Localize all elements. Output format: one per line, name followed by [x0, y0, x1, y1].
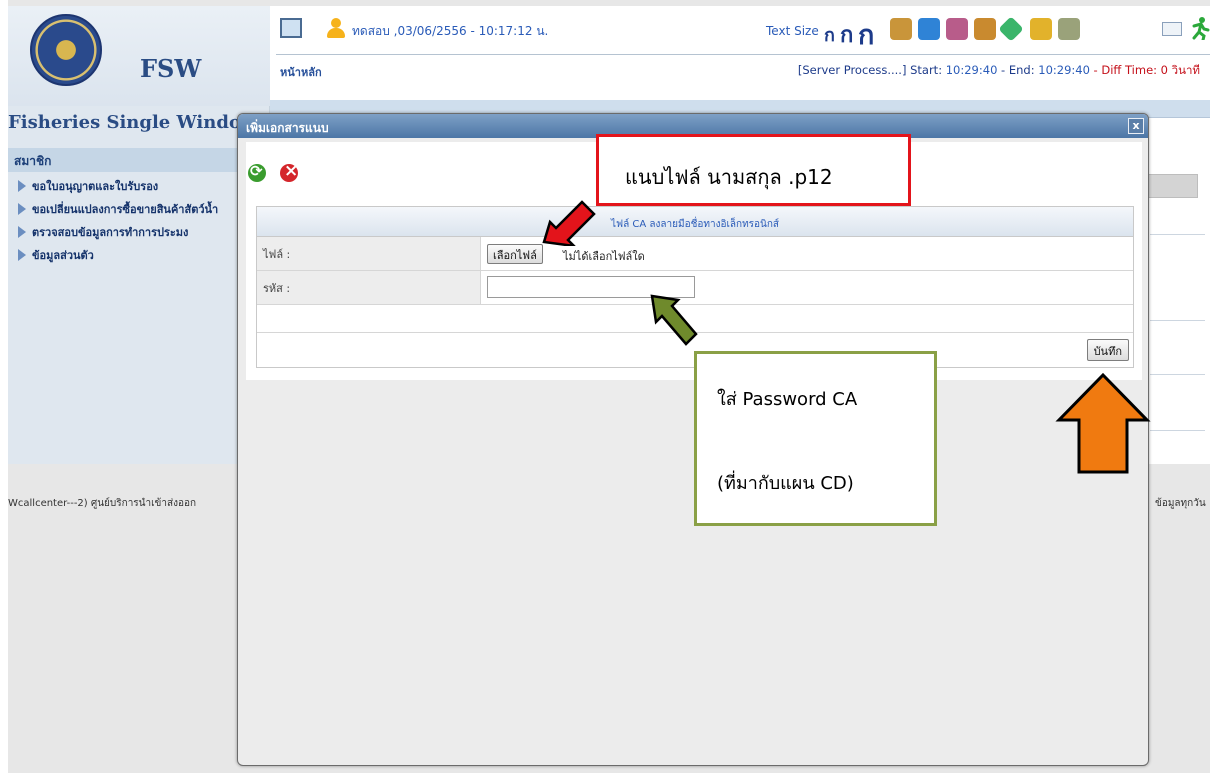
user-icon-head [331, 18, 341, 28]
sidebar-item-label: ขอเปลี่ยนแปลงการซื้อขายสินค้าสัตว์น้ำ [32, 203, 219, 216]
server-process-label: [Server Process....] Start: [797, 63, 943, 77]
back-icon[interactable] [918, 18, 940, 40]
key-icon[interactable] [974, 18, 996, 40]
footer-text-right: ข้อมูลทุกวัน [1155, 498, 1206, 509]
red-annotation-box: แนบไฟล์ นามสกุล .p12 [596, 134, 911, 206]
top-toolbar: ทดสอบ ,03/06/2556 - 10:17:12 น. Text Siz… [276, 14, 1210, 54]
user-icon-body [327, 28, 345, 38]
end-time: 10:29:40 [1038, 63, 1090, 77]
monitor-icon[interactable] [280, 18, 302, 38]
exit-icon[interactable] [1188, 16, 1210, 40]
home-link[interactable]: หน้าหลัก [280, 63, 322, 81]
password-label: รหัส : [257, 271, 481, 304]
user-icon [326, 18, 346, 40]
sidebar-item-label: ขอใบอนุญาตและใบรับรอง [32, 180, 159, 193]
green-annotation-line1: ใส่ Password CA [717, 389, 858, 410]
pen-icon[interactable] [1058, 18, 1080, 40]
content-divider [1150, 320, 1205, 321]
diff-time: - Diff Time: 0 วินาที [1089, 63, 1200, 77]
green-arrow-icon [650, 294, 698, 346]
lock-icon[interactable] [1030, 18, 1052, 40]
start-time: 10:29:40 [945, 63, 998, 77]
user-info-text: ทดสอบ ,03/06/2556 - 10:17:12 น. [352, 24, 549, 38]
nav-row: หน้าหลัก [Server Process....] Start: 10:… [276, 54, 1210, 84]
footer-text-left: Wcallcenter---2) ศูนย์บริการนำเข้าส่งออก [8, 498, 197, 509]
red-arrow-icon [542, 200, 596, 246]
choose-file-button[interactable]: เลือกไฟล์ [487, 244, 543, 264]
server-process-info: [Server Process....] Start: 10:29:40 - E… [798, 62, 1200, 80]
text-size-label: Text Size [766, 24, 819, 38]
refresh-icon[interactable] [248, 162, 266, 182]
close-icon[interactable]: x [1128, 118, 1144, 134]
triangle-bullet-icon [18, 180, 26, 192]
sidebar-item-label: ตรวจสอบข้อมูลการทำการประมง [32, 226, 189, 239]
tool-icon[interactable] [890, 18, 912, 40]
file-status-text: ไม่ได้เลือกไฟล์ใด [563, 250, 645, 263]
green-annotation-line2: (ที่มากับแผน CD) [717, 473, 854, 494]
triangle-bullet-icon [18, 226, 26, 238]
sidebar-item-label: ข้อมูลส่วนตัว [32, 249, 94, 262]
logo-area: FSW [8, 6, 270, 106]
save-button[interactable]: บันทึก [1086, 339, 1129, 361]
sidebar-item-profile[interactable]: ข้อมูลส่วนตัว [8, 245, 270, 268]
people-icon[interactable] [946, 18, 968, 40]
content-divider [1150, 430, 1205, 431]
cancel-icon[interactable] [280, 161, 298, 182]
department-seal-logo [30, 14, 102, 86]
mail-icon[interactable] [1162, 22, 1182, 36]
green-annotation-box: ใส่ Password CA (ที่มากับแผน CD) [694, 351, 937, 526]
diamond-icon[interactable] [998, 16, 1024, 42]
content-gray-bar [1148, 174, 1198, 198]
sidebar: FSW Fisheries Single Window สมาชิก ขอใบอ… [8, 6, 270, 464]
triangle-bullet-icon [18, 249, 26, 261]
attach-document-dialog: เพิ่มเอกสารแนบ x ไฟล์ CA ลงลายมือชื่อทาง… [237, 113, 1149, 766]
sidebar-menu: ขอใบอนุญาตและใบรับรอง ขอเปลี่ยนแปลงการซื… [8, 176, 270, 268]
sidebar-item-trade-change[interactable]: ขอเปลี่ยนแปลงการซื้อขายสินค้าสัตว์น้ำ [8, 199, 270, 222]
logo-text: FSW [140, 54, 202, 83]
menu-section-title: สมาชิก [8, 148, 270, 172]
end-label: - End: [997, 63, 1035, 77]
text-size-small-button[interactable]: ก [824, 20, 835, 49]
file-label: ไฟล์ : [257, 237, 481, 270]
form-header: ไฟล์ CA ลงลายมือชื่อทางอิเล็กทรอนิกส์ [257, 207, 1133, 237]
content-divider [1150, 374, 1205, 375]
content-divider [1150, 234, 1205, 235]
sidebar-item-license[interactable]: ขอใบอนุญาตและใบรับรอง [8, 176, 270, 199]
orange-arrow-icon [1055, 372, 1151, 474]
site-name: Fisheries Single Window [8, 112, 257, 133]
text-size-medium-button[interactable]: ก [840, 17, 853, 52]
red-annotation-text: แนบไฟล์ นามสกุล .p12 [625, 165, 833, 189]
triangle-bullet-icon [18, 203, 26, 215]
file-row: ไฟล์ : เลือกไฟล์ ไม่ได้เลือกไฟล์ใด [257, 237, 1133, 271]
sidebar-item-check-fishing[interactable]: ตรวจสอบข้อมูลการทำการประมง [8, 222, 270, 245]
text-size-large-button[interactable]: ก [858, 13, 874, 56]
top-bar: ทดสอบ ,03/06/2556 - 10:17:12 น. Text Siz… [270, 6, 1210, 100]
